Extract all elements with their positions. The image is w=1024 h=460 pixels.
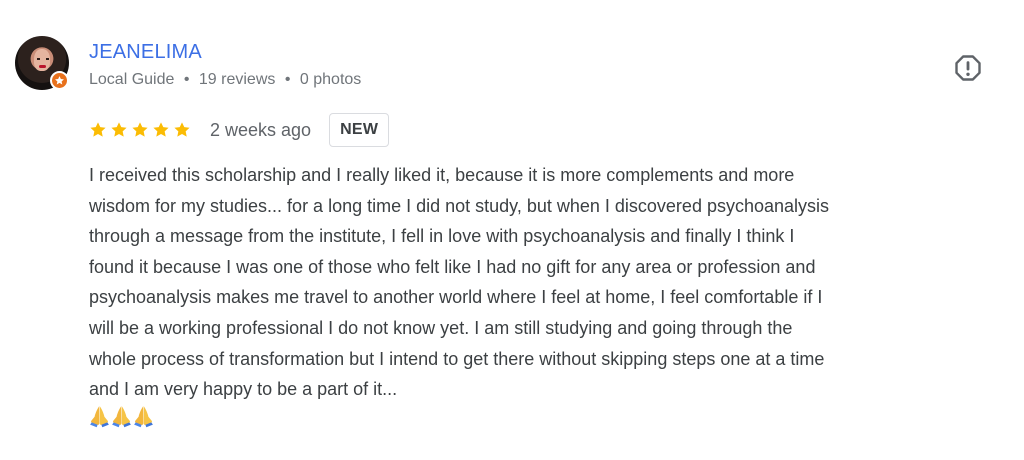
star-icon [174, 122, 190, 137]
avatar-lips-shape [39, 65, 46, 68]
report-alert-icon [955, 55, 981, 81]
review-card: JEANELIMA Local Guide • 19 reviews • 0 p… [0, 0, 1024, 460]
reviewer-name-link[interactable]: JEANELIMA [89, 40, 202, 64]
reviewer-level: Local Guide [89, 71, 175, 88]
folded-hands-icon [90, 406, 109, 428]
star-icon [111, 122, 127, 137]
new-badge: NEW [329, 113, 390, 147]
local-guide-star-icon [50, 71, 69, 90]
emoji-row [89, 404, 154, 428]
folded-hands-icon [112, 406, 131, 428]
folded-hands-icon [134, 406, 153, 428]
star-icon [153, 122, 169, 137]
report-review-button[interactable] [953, 53, 983, 83]
local-guide-star-svg [55, 76, 64, 85]
reviewer-stats: Local Guide • 19 reviews • 0 photos [89, 70, 361, 90]
review-date: 2 weeks ago [210, 120, 312, 140]
reviewer-photo-count: 0 photos [299, 71, 362, 88]
reviewer-review-count: 19 reviews [198, 71, 276, 88]
rating-row: 2 weeks ago NEW [89, 112, 390, 148]
review-text: I received this scholarship and I really… [89, 165, 830, 400]
separator-dot: • [183, 71, 190, 88]
avatar-eyes-shape [37, 58, 49, 60]
star-icon [132, 122, 148, 137]
star-icon [90, 122, 106, 137]
separator-dot: • [284, 71, 291, 88]
star-rating [89, 121, 191, 139]
